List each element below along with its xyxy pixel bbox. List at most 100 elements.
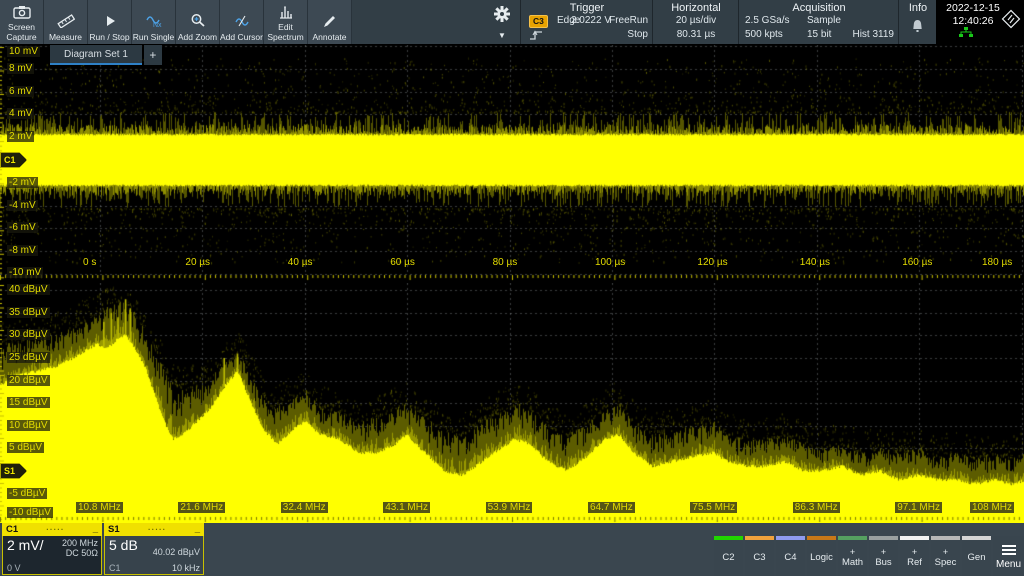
channel-button-label: C2 bbox=[722, 553, 734, 563]
c1-card-title: C1 bbox=[6, 524, 18, 535]
camera-icon bbox=[13, 5, 31, 23]
channel-button-logic[interactable]: Logic bbox=[807, 536, 836, 576]
run-single-button[interactable]: Nx Run Single bbox=[132, 0, 176, 44]
minimize-icon[interactable]: _ bbox=[93, 524, 98, 535]
add-cursor-button[interactable]: Add Cursor bbox=[220, 0, 264, 44]
trigger-title: Trigger bbox=[521, 2, 653, 14]
acquisition-record-length: 500 kpts bbox=[745, 29, 783, 40]
horizontal-position: 80.31 µs bbox=[653, 29, 739, 40]
add-spec-button[interactable]: +Spec bbox=[931, 536, 960, 576]
toolbar-button-label: Add Cursor bbox=[220, 33, 263, 42]
horizontal-panel[interactable]: Horizontal 20 µs/div 80.31 µs bbox=[652, 0, 739, 44]
s1-card-header[interactable]: S1 ····· _ bbox=[104, 523, 204, 536]
oscilloscope-screen: Screen Capture Measure Run / Stop Nx Run… bbox=[0, 0, 1024, 576]
measure-button[interactable]: Measure bbox=[44, 0, 88, 44]
acquisition-history: Hist 3119 bbox=[852, 29, 894, 40]
datetime-panel[interactable]: 2022-12-15 12:40:26 bbox=[936, 0, 1024, 44]
acquisition-title: Acquisition bbox=[739, 2, 899, 14]
trigger-source-badge: C3 bbox=[529, 15, 548, 28]
add-math-button[interactable]: +Math bbox=[838, 536, 867, 576]
plus-icon: + bbox=[149, 48, 156, 62]
acquisition-sample-rate: 2.5 GSa/s bbox=[745, 15, 789, 26]
toolbar-button-label: Annotate bbox=[312, 33, 346, 42]
settings-button[interactable]: ▼ bbox=[484, 0, 520, 44]
channel-button-label: C4 bbox=[784, 553, 796, 563]
spectrum-bars-icon bbox=[278, 5, 294, 23]
edit-spectrum-button[interactable]: Edit Spectrum bbox=[264, 0, 308, 44]
trigger-level: 2.0222 V bbox=[571, 15, 611, 26]
add-ref-button[interactable]: +Ref bbox=[900, 536, 929, 576]
screen-capture-button[interactable]: Screen Capture bbox=[0, 0, 44, 44]
c1-card-body[interactable]: 2 mV/ 200 MHz DC 50Ω 0 V bbox=[2, 536, 102, 575]
channel-button-c3[interactable]: C3 bbox=[745, 536, 774, 576]
acquisition-resolution: 15 bit bbox=[807, 29, 831, 40]
c1-card-header[interactable]: C1 ····· _ bbox=[2, 523, 102, 536]
menu-button-label: Menu bbox=[996, 559, 1021, 570]
spectrum-diagram[interactable] bbox=[0, 283, 1024, 523]
hamburger-icon bbox=[1002, 543, 1016, 557]
drag-handle-icon: ····· bbox=[148, 525, 166, 534]
toolbar-button-label: Run / Stop bbox=[89, 33, 129, 42]
chevron-down-icon: ▼ bbox=[498, 31, 506, 40]
c1-offset: 0 V bbox=[7, 563, 21, 573]
annotate-button[interactable]: Annotate bbox=[308, 0, 352, 44]
diagram-tab-bar: Diagram Set 1 + bbox=[50, 45, 162, 65]
drag-handle-icon: ····· bbox=[46, 525, 64, 534]
date-label: 2022-12-15 bbox=[936, 2, 1010, 14]
c1-coupling: DC 50Ω bbox=[66, 548, 98, 558]
network-icon bbox=[958, 25, 974, 43]
s1-reference-level: 40.02 dBµV bbox=[153, 547, 200, 557]
trigger-mode: FreeRun bbox=[609, 15, 648, 26]
channel-button-label: Bus bbox=[875, 558, 891, 568]
rs-logo bbox=[1000, 8, 1022, 35]
add-bus-button[interactable]: +Bus bbox=[869, 536, 898, 576]
run-stop-button[interactable]: Run / Stop bbox=[88, 0, 132, 44]
horizontal-scale: 20 µs/div bbox=[653, 15, 739, 26]
s1-card-body[interactable]: 5 dB 40.02 dBµV C1 10 kHz bbox=[104, 536, 204, 575]
toolbar-button-label: Measure bbox=[49, 33, 82, 42]
channel-button-label: Gen bbox=[968, 553, 986, 563]
gear-icon bbox=[493, 5, 511, 28]
s1-signal-card[interactable]: S1 ····· _ 5 dB 40.02 dBµV C1 10 kHz bbox=[104, 523, 204, 576]
channel-button-label: Logic bbox=[810, 553, 833, 563]
run-single-icon: Nx bbox=[145, 14, 163, 32]
channel-button-label: Spec bbox=[935, 558, 957, 568]
top-toolbar: Screen Capture Measure Run / Stop Nx Run… bbox=[0, 0, 1024, 44]
toolbar-button-label: Screen Capture bbox=[0, 23, 43, 42]
info-title: Info bbox=[899, 2, 937, 14]
toolbar-button-label: Edit Spectrum bbox=[264, 23, 307, 42]
acquisition-panel[interactable]: Acquisition 2.5 GSa/s Sample 500 kpts 15… bbox=[738, 0, 899, 44]
waveform-diagram[interactable] bbox=[0, 45, 1024, 283]
s1-card-title: S1 bbox=[108, 524, 120, 535]
s1-rbw: 10 kHz bbox=[172, 563, 200, 573]
add-zoom-button[interactable]: Add Zoom bbox=[176, 0, 220, 44]
trigger-state: Stop bbox=[627, 29, 648, 40]
menu-button[interactable]: Menu bbox=[993, 536, 1024, 576]
channel-button-label: C3 bbox=[753, 553, 765, 563]
channel-button-c4[interactable]: C4 bbox=[776, 536, 805, 576]
bell-icon bbox=[910, 18, 925, 37]
channel-button-c2[interactable]: C2 bbox=[714, 536, 743, 576]
bottom-signal-bar: C1 ····· _ 2 mV/ 200 MHz DC 50Ω 0 V S1 ·… bbox=[0, 523, 1024, 576]
add-tab-button[interactable]: + bbox=[144, 45, 162, 65]
c1-vertical-scale: 2 mV/ bbox=[7, 537, 44, 553]
tab-diagram-set-1[interactable]: Diagram Set 1 bbox=[50, 45, 142, 65]
minimize-icon[interactable]: _ bbox=[195, 524, 200, 535]
toolbar-button-label: Run Single bbox=[133, 33, 175, 42]
trigger-panel[interactable]: Trigger C3 Edge 2.0222 V FreeRun Stop bbox=[520, 0, 653, 44]
info-panel[interactable]: Info bbox=[898, 0, 937, 44]
magnifier-icon bbox=[190, 13, 206, 32]
trigger-edge-icon bbox=[529, 29, 543, 44]
c1-signal-card[interactable]: C1 ····· _ 2 mV/ 200 MHz DC 50Ω 0 V bbox=[2, 523, 102, 576]
channel-button-label: Ref bbox=[907, 558, 922, 568]
ruler-icon bbox=[57, 14, 75, 32]
play-icon bbox=[103, 14, 117, 32]
toolbar-button-label: Add Zoom bbox=[178, 33, 217, 42]
channel-button-label: Math bbox=[842, 558, 863, 568]
c1-bandwidth: 200 MHz bbox=[62, 538, 98, 548]
s1-scale: 5 dB bbox=[109, 537, 138, 553]
s1-source: C1 bbox=[109, 563, 121, 573]
gen-button[interactable]: Gen bbox=[962, 536, 991, 576]
toolbar-buttons: Screen Capture Measure Run / Stop Nx Run… bbox=[0, 0, 352, 44]
pencil-icon bbox=[322, 14, 337, 32]
